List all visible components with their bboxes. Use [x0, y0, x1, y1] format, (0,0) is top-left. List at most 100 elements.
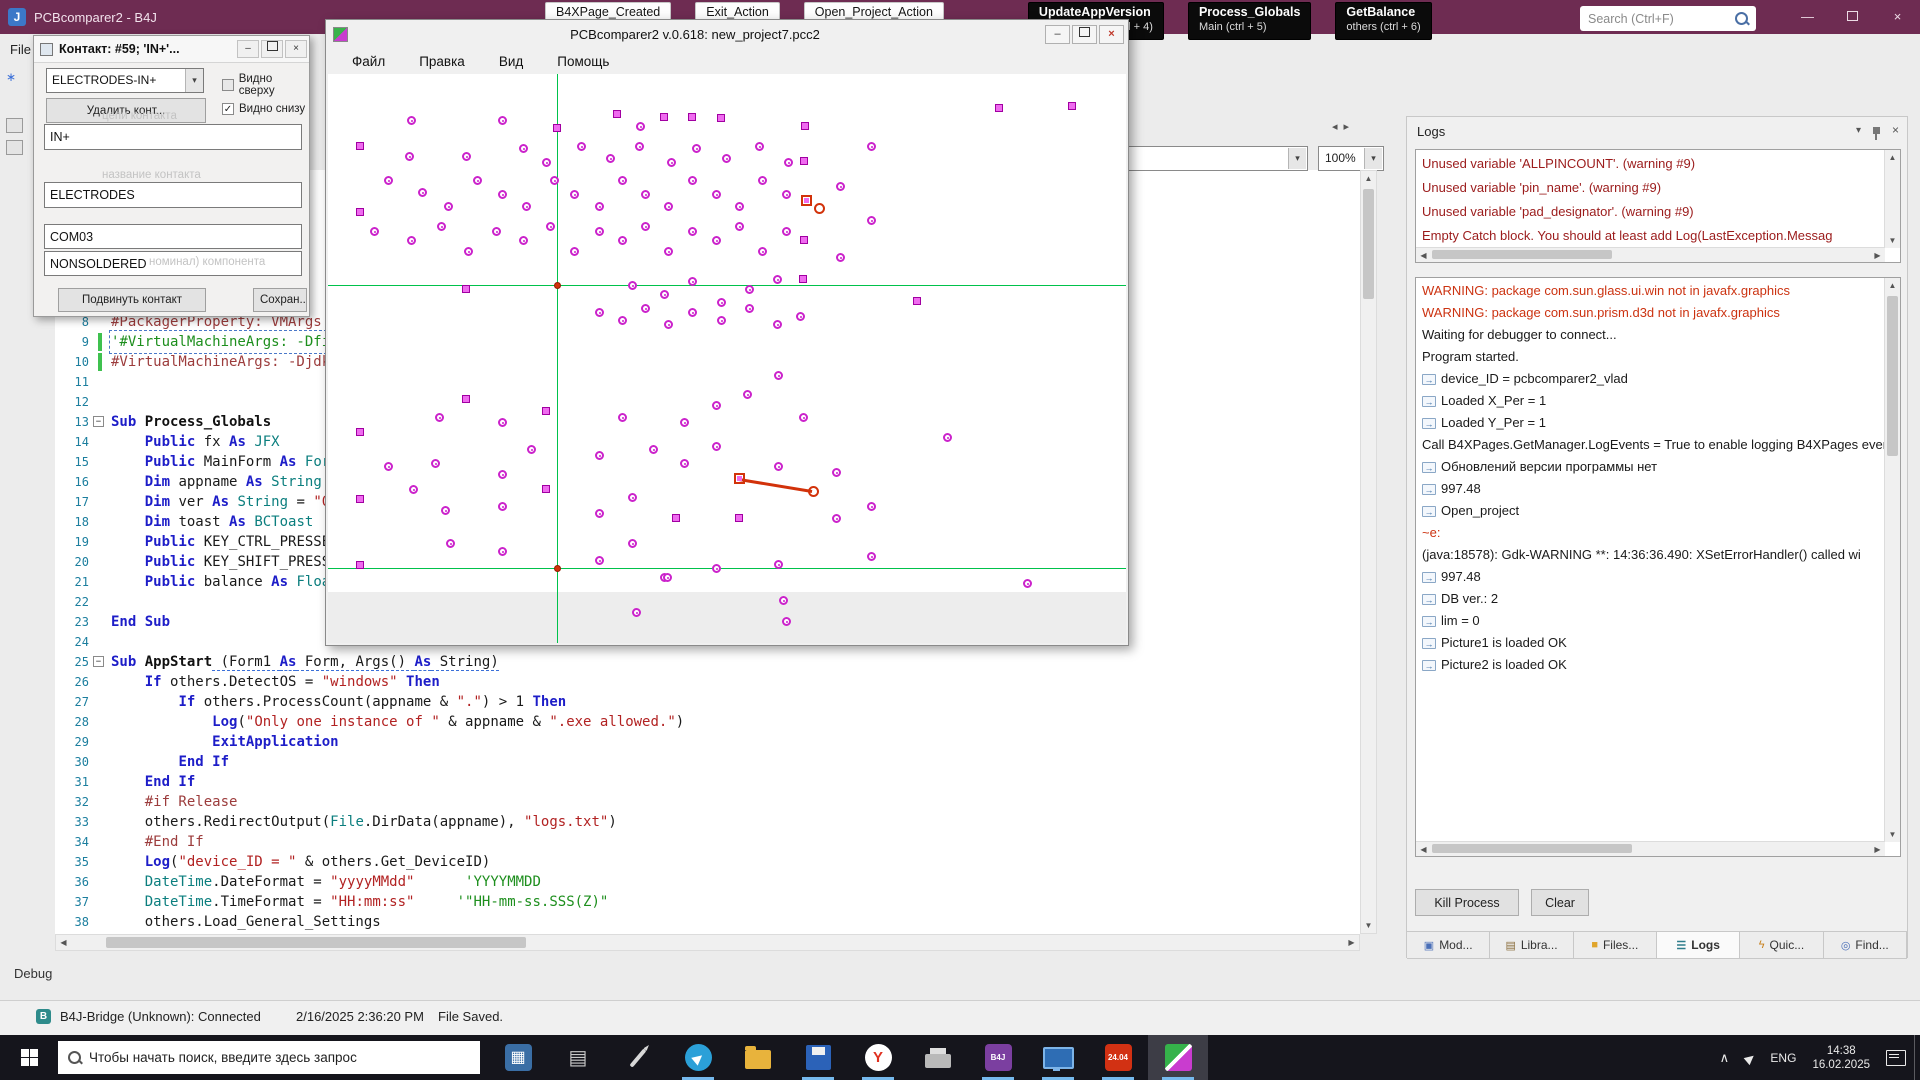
close-icon[interactable]: ×	[1099, 25, 1124, 44]
red-badge-icon[interactable]: 24.04	[1088, 1035, 1148, 1080]
monitor-icon[interactable]	[1028, 1035, 1088, 1080]
start-button[interactable]	[0, 1035, 58, 1080]
printer-icon[interactable]	[908, 1035, 968, 1080]
minimize-icon[interactable]: –	[1045, 25, 1070, 44]
save-contact-button[interactable]: Сохран...	[253, 288, 307, 312]
toolbar-icon-1[interactable]	[6, 118, 23, 133]
log-vscrollbar[interactable]: ▲▼	[1884, 278, 1900, 842]
floppy-icon[interactable]	[788, 1035, 848, 1080]
pcb-titlebar[interactable]: PCBcomparer2 v.0.618: new_project7.pcc2 …	[326, 20, 1128, 48]
debug-tab[interactable]: Debug	[14, 966, 52, 981]
pcb-pad-marker	[636, 122, 645, 131]
editor-vscrollbar[interactable]: ▲ ▼	[1360, 170, 1377, 934]
maximize-icon[interactable]	[1072, 25, 1097, 44]
solder-type-field[interactable]	[44, 251, 302, 276]
screen: J PCBcomparer2 - B4J — × B4XPage_Created…	[0, 0, 1920, 1080]
file-explorer-icon[interactable]	[728, 1035, 788, 1080]
maximize-icon[interactable]	[261, 40, 283, 58]
menu-edit[interactable]: Правка	[419, 54, 465, 69]
notification-center-icon[interactable]	[1886, 1050, 1906, 1066]
logs-tab-mod[interactable]: ▣Mod...	[1407, 931, 1490, 959]
move-contact-button[interactable]: Подвинуть контакт	[58, 288, 206, 312]
pin-icon[interactable]	[1873, 127, 1880, 134]
pcb-pad-marker	[522, 202, 531, 211]
logs-tab-logs[interactable]: ☰Logs	[1657, 931, 1740, 959]
close-icon[interactable]: ×	[1875, 0, 1920, 34]
visible-top-checkbox[interactable]: Видно сверху	[222, 73, 309, 97]
maximize-icon[interactable]	[1830, 0, 1875, 34]
close-icon[interactable]: ×	[1892, 123, 1899, 137]
pcb-pad-marker	[570, 247, 579, 256]
electrode-combo[interactable]: ELECTRODES-IN+ ▾	[46, 68, 204, 93]
telegram-icon[interactable]: ▶	[668, 1035, 728, 1080]
scroll-down-icon[interactable]: ▼	[1361, 918, 1376, 933]
taskbar-search[interactable]: Чтобы начать поиск, введите здесь запрос	[58, 1041, 480, 1074]
net-name-field[interactable]	[44, 124, 302, 150]
pcb-pad-marker	[356, 428, 364, 436]
tray-expand-icon[interactable]: ∧	[1720, 1050, 1730, 1066]
pcb-pad-marker	[773, 320, 782, 329]
pcb-pad-marker	[519, 236, 528, 245]
log-box[interactable]: WARNING: package com.sun.glass.ui.win no…	[1415, 277, 1901, 857]
clear-logs-button[interactable]: Clear	[1531, 889, 1589, 916]
zoom-combo[interactable]: 100%▾	[1318, 146, 1384, 171]
warnings-box[interactable]: Unused variable 'ALLPINCOUNT'. (warning …	[1415, 149, 1901, 263]
minimize-icon[interactable]: —	[1785, 0, 1830, 34]
menu-file[interactable]: Файл	[352, 54, 385, 69]
chevron-down-icon[interactable]: ▾	[1856, 125, 1861, 136]
close-icon[interactable]: ×	[285, 40, 307, 58]
pcbcomparer-icon[interactable]	[1148, 1035, 1208, 1080]
logs-tab-quic[interactable]: ϟQuic...	[1740, 931, 1823, 959]
ide-search-box[interactable]: Search (Ctrl+F)	[1580, 6, 1756, 31]
file-menu[interactable]: File	[10, 42, 31, 57]
vscroll-thumb[interactable]	[1363, 189, 1374, 299]
quick-chip-6[interactable]: GetBalanceothers (ctrl + 6)	[1335, 2, 1431, 40]
log-line: →Loaded Y_Per = 1	[1416, 412, 1884, 434]
pcb-pad-marker	[800, 157, 808, 165]
yandex-browser-icon[interactable]: Y	[848, 1035, 908, 1080]
logs-tab-libra[interactable]: ▤Libra...	[1490, 931, 1573, 959]
menu-view[interactable]: Вид	[499, 54, 523, 69]
logs-tab-find[interactable]: ◎Find...	[1824, 931, 1907, 959]
log-hscrollbar[interactable]: ◀▶	[1416, 841, 1885, 856]
stack-icon[interactable]: ▤	[548, 1035, 608, 1080]
scroll-right-icon[interactable]: ▶	[1344, 935, 1359, 950]
hscroll-thumb[interactable]	[106, 937, 526, 948]
pen-icon-glyph	[629, 1048, 646, 1067]
editor-hscrollbar[interactable]: ◀ ▶	[55, 934, 1360, 951]
port-field[interactable]	[44, 224, 302, 249]
menu-help[interactable]: Помощь	[557, 54, 609, 69]
tab-scroll-arrows[interactable]: ◂▸	[1332, 120, 1355, 133]
minimize-icon[interactable]: –	[237, 40, 259, 58]
delete-contact-button[interactable]: Удалить конт...	[46, 98, 206, 123]
component-field[interactable]	[44, 182, 302, 208]
language-indicator[interactable]: ENG	[1770, 1051, 1796, 1065]
scroll-left-icon[interactable]: ◀	[56, 935, 71, 950]
pcb-pad-marker	[782, 617, 791, 626]
clock[interactable]: 14:38 16.02.2025	[1812, 1044, 1870, 1072]
fold-collapse-icon[interactable]: −	[93, 656, 104, 667]
scroll-up-icon[interactable]: ▲	[1361, 171, 1376, 186]
warnings-vscrollbar[interactable]: ▲▼	[1884, 150, 1900, 248]
logs-tab-files[interactable]: ■Files...	[1574, 931, 1657, 959]
tray-telegram-icon[interactable]: ▶	[1742, 1049, 1758, 1066]
b4j-icon[interactable]: B4J	[968, 1035, 1028, 1080]
log-line: →Open_project	[1416, 500, 1884, 522]
quic-tab-icon: ϟ	[1759, 939, 1765, 951]
dialog-titlebar[interactable]: Контакт: #59; 'IN+'... – ×	[34, 36, 309, 63]
pcb-pad-marker	[407, 116, 416, 125]
show-desktop-strip[interactable]	[1914, 1035, 1920, 1080]
pcb-pad-marker	[595, 202, 604, 211]
pen-icon[interactable]	[608, 1035, 668, 1080]
toolbar-star-icon[interactable]: ∗	[6, 70, 16, 84]
warnings-hscrollbar[interactable]: ◀▶	[1416, 247, 1885, 262]
pcb-plot[interactable]	[328, 74, 1126, 643]
kill-process-button[interactable]: Kill Process	[1415, 889, 1519, 916]
toolbar-icon-2[interactable]	[6, 140, 23, 155]
calculator-icon[interactable]: ▦	[488, 1035, 548, 1080]
visible-bottom-checkbox[interactable]: ✓ Видно снизу	[222, 103, 305, 115]
quick-chip-5[interactable]: Process_GlobalsMain (ctrl + 5)	[1188, 2, 1311, 40]
fold-collapse-icon[interactable]: −	[93, 416, 104, 427]
log-line: →device_ID = pcbcomparer2_vlad	[1416, 368, 1884, 390]
pcb-pad-marker	[550, 176, 559, 185]
